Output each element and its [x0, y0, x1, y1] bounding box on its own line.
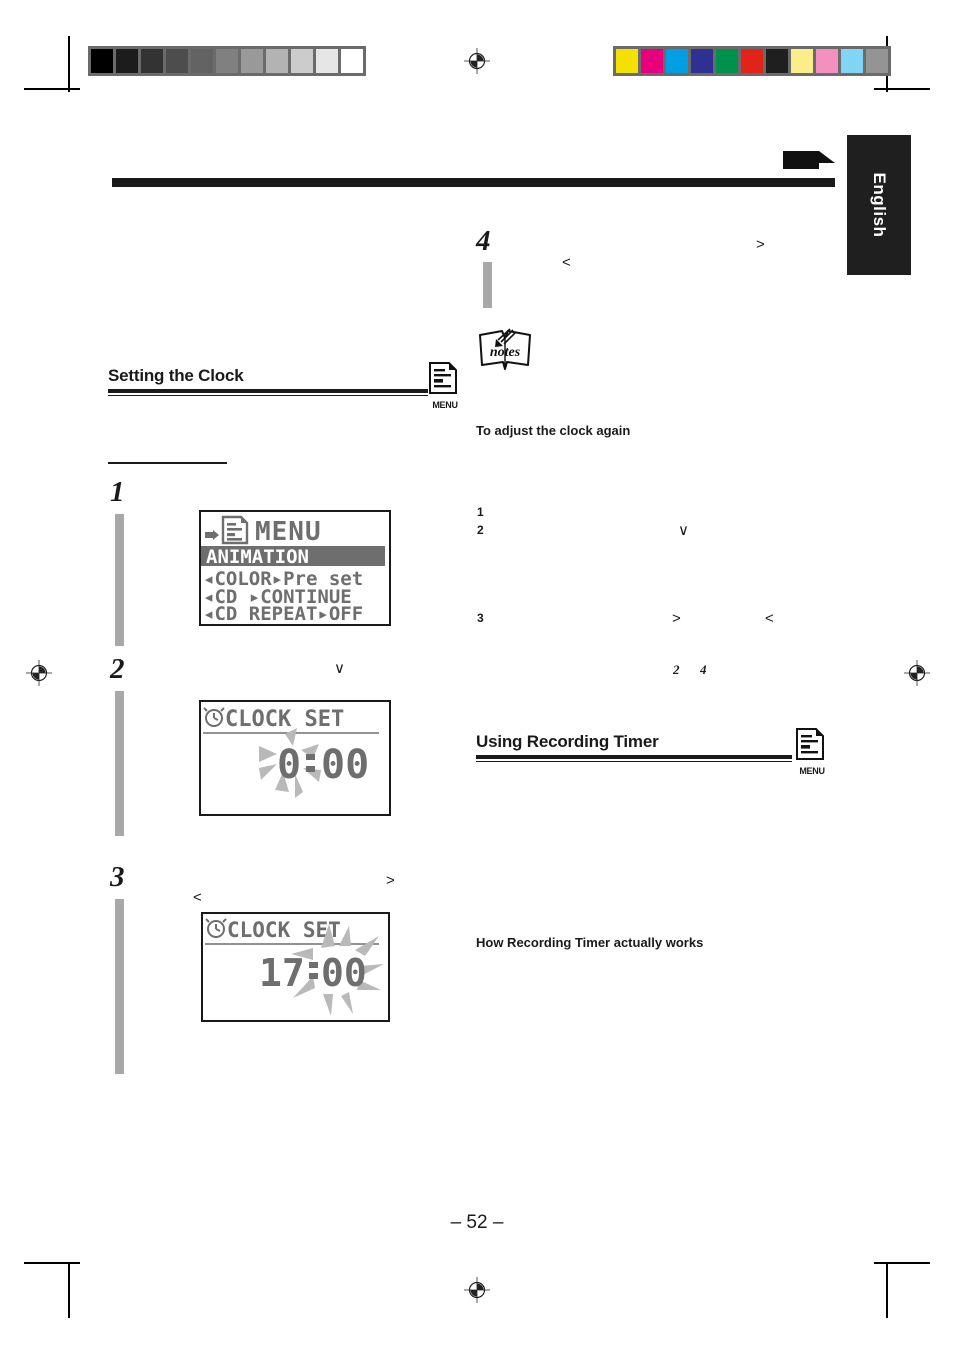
- step-bar-4: [483, 262, 492, 308]
- color-swatch-5: [741, 49, 766, 73]
- color-swatch-3: [691, 49, 716, 73]
- grayscale-calibration-strip: [88, 46, 366, 76]
- language-tab-english: English: [847, 135, 911, 275]
- nav-glyph-left-step3: <: [193, 889, 202, 906]
- registration-mark-top: [464, 48, 490, 74]
- lcd-display-menu-screen: MENU ANIMATION ◂COLOR▸Pre set ◂CD ▸CONTI…: [199, 510, 391, 626]
- color-calibration-strip: [613, 46, 891, 76]
- lcd-display-clock-set-minute: CLOCK SET 17 00: [201, 912, 390, 1022]
- nav-glyph-down-step2: ∨: [334, 660, 345, 677]
- grayscale-swatch-4: [191, 49, 216, 73]
- grayscale-swatch-5: [216, 49, 241, 73]
- italic-ref-2: 2: [673, 662, 680, 677]
- crop-mark-bottom-left-h: [24, 1262, 80, 1264]
- color-swatch-6: [766, 49, 791, 73]
- registration-mark-left: [26, 660, 52, 686]
- step-number-3: 3: [110, 861, 125, 893]
- numbered-item-1: 1: [477, 505, 484, 519]
- color-swatch-2: [666, 49, 691, 73]
- nav-glyph-left-step4: <: [562, 254, 571, 271]
- color-swatch-10: [866, 49, 888, 73]
- svg-text:notes: notes: [490, 345, 521, 360]
- nav-glyph-right-step3: >: [386, 872, 395, 889]
- registration-mark-right: [904, 660, 930, 686]
- grayscale-swatch-9: [316, 49, 341, 73]
- nav-glyph-left-item3: <: [765, 610, 774, 627]
- nav-glyph-right-step4: >: [756, 236, 765, 253]
- grayscale-swatch-8: [291, 49, 316, 73]
- section-title: Setting the Clock: [108, 366, 244, 385]
- svg-text:CLOCK SET: CLOCK SET: [225, 707, 344, 732]
- step-bar-1: [115, 514, 124, 646]
- svg-text:CLOCK SET: CLOCK SET: [227, 918, 341, 942]
- svg-text:00: 00: [321, 742, 369, 788]
- section-title: Using Recording Timer: [476, 732, 659, 751]
- section-heading-setting-the-clock: Setting the Clock: [108, 366, 428, 396]
- color-swatch-8: [816, 49, 841, 73]
- grayscale-swatch-6: [241, 49, 266, 73]
- svg-text:MENU: MENU: [255, 517, 322, 547]
- color-swatch-7: [791, 49, 816, 73]
- header-rule: [112, 178, 835, 187]
- notes-icon: notes: [476, 325, 534, 382]
- registration-mark-bottom: [464, 1277, 490, 1303]
- italic-ref-4: 4: [700, 662, 707, 677]
- section-rule-thick: [108, 389, 428, 393]
- crop-mark-bottom-left-v: [68, 1262, 70, 1318]
- grayscale-swatch-3: [166, 49, 191, 73]
- sub-heading-adjust-clock-again: To adjust the clock again: [476, 423, 631, 438]
- crop-mark-bottom-right-v: [886, 1262, 888, 1318]
- step-number-1: 1: [110, 476, 125, 508]
- grayscale-swatch-7: [266, 49, 291, 73]
- color-swatch-4: [716, 49, 741, 73]
- step-number-4: 4: [476, 225, 491, 257]
- svg-text:17: 17: [259, 951, 305, 995]
- color-swatch-9: [841, 49, 866, 73]
- nav-glyph-down-item2: ∨: [678, 522, 689, 539]
- numbered-item-2: 2: [477, 523, 484, 537]
- step-bar-3: [115, 899, 124, 1074]
- nav-glyph-right-item3: >: [672, 610, 681, 627]
- grayscale-swatch-0: [91, 49, 116, 73]
- crop-mark-top-left-h: [24, 88, 80, 90]
- crop-mark-top-right-h: [874, 88, 930, 90]
- page-arrow-icon: [783, 149, 835, 175]
- menu-doc-icon-setting-clock: MENU: [428, 362, 462, 410]
- color-swatch-0: [616, 49, 641, 73]
- grayscale-swatch-2: [141, 49, 166, 73]
- step-bar-2: [115, 691, 124, 836]
- procedure-divider-rule: [108, 462, 227, 464]
- step-number-2: 2: [110, 653, 125, 685]
- color-swatch-1: [641, 49, 666, 73]
- sub-heading-how-recording-timer-works: How Recording Timer actually works: [476, 935, 704, 950]
- lcd-display-clock-set-hour: CLOCK SET 0 00: [199, 700, 391, 816]
- language-tab-label: English: [870, 172, 889, 238]
- grayscale-swatch-1: [116, 49, 141, 73]
- section-heading-using-recording-timer: Using Recording Timer: [476, 732, 792, 762]
- svg-text:ANIMATION: ANIMATION: [206, 546, 309, 568]
- page-number: – 52 –: [450, 1212, 504, 1233]
- section-rule-thin: [476, 761, 792, 762]
- section-rule-thick: [476, 755, 792, 759]
- svg-text:0: 0: [277, 742, 301, 788]
- numbered-item-3: 3: [477, 611, 484, 625]
- menu-doc-icon-recording-timer: MENU: [795, 728, 829, 776]
- section-rule-thin: [108, 395, 428, 396]
- svg-text:◂CD REPEAT▸OFF: ◂CD REPEAT▸OFF: [203, 603, 363, 620]
- crop-mark-bottom-right-h: [874, 1262, 930, 1264]
- svg-text:00: 00: [321, 951, 367, 995]
- menu-icon-caption: MENU: [432, 400, 458, 410]
- crop-mark-top-left-v: [68, 36, 70, 92]
- grayscale-swatch-10: [341, 49, 363, 73]
- menu-icon-caption: MENU: [799, 766, 825, 776]
